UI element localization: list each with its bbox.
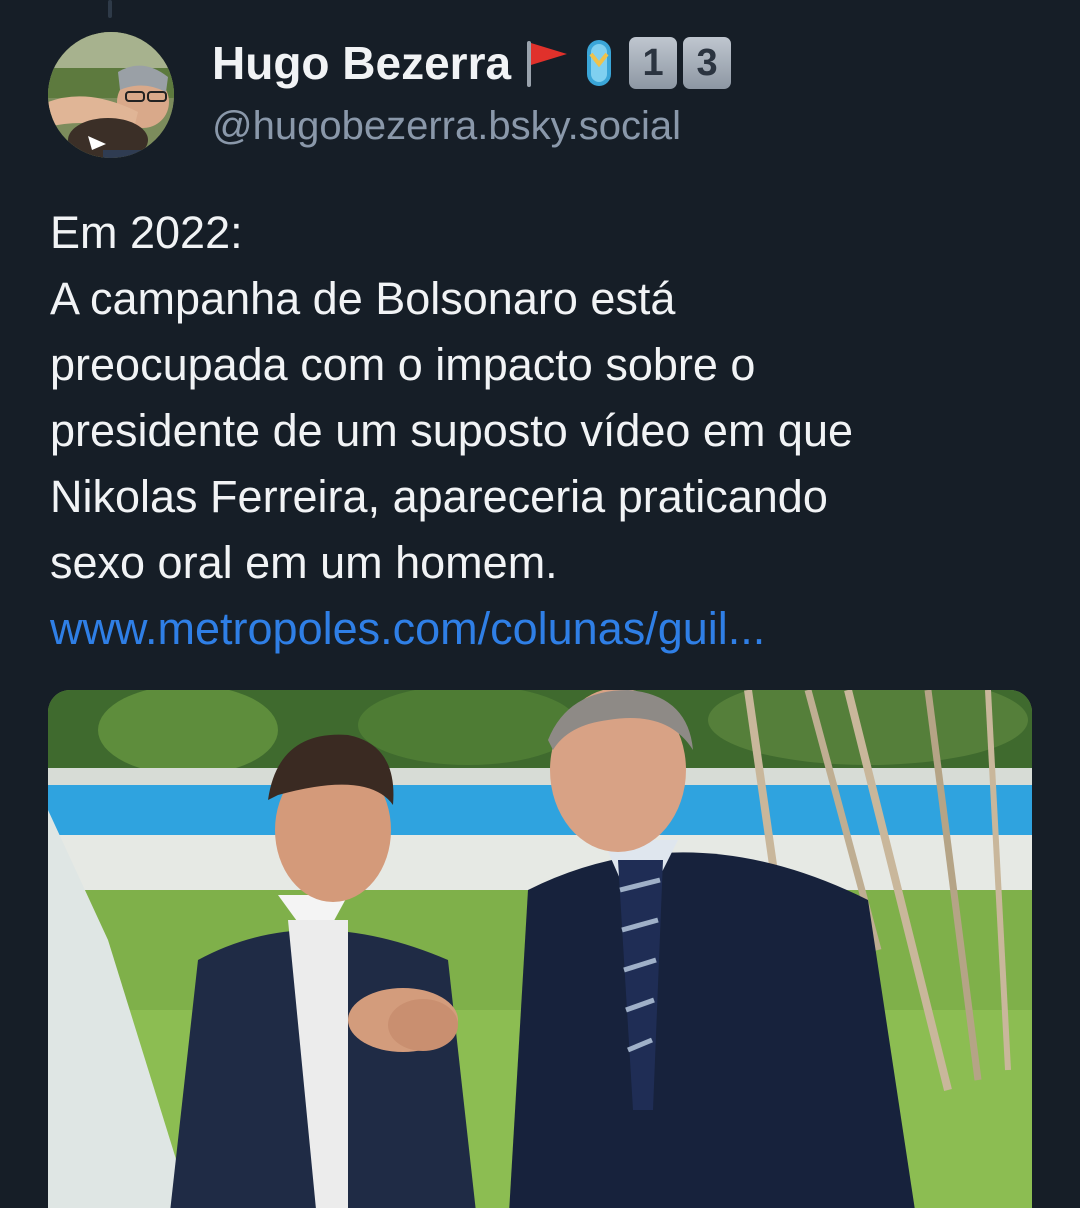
post-image[interactable] (48, 690, 1032, 1208)
triangular-flag-icon (523, 37, 569, 89)
post-line: sexo oral em um homem. (50, 537, 558, 588)
avatar[interactable] (48, 32, 174, 158)
author-handle[interactable]: @hugobezerra.bsky.social (212, 104, 681, 149)
post-line: Em 2022: (50, 207, 243, 258)
post-view: Hugo Bezerra 1 3 @hugobezerra.bsky.socia… (0, 0, 1080, 1208)
keycap-emoji-group: 1 3 (629, 37, 732, 89)
post-line: presidente de um suposto vídeo em que (50, 405, 854, 456)
author-display-name[interactable]: Hugo Bezerra 1 3 (212, 36, 732, 90)
keycap-three-icon: 3 (683, 37, 732, 89)
post-line: preocupada com o impacto sobre o (50, 339, 756, 390)
post-body: Em 2022: A campanha de Bolsonaro está pr… (50, 200, 1050, 662)
thong-sandal-icon (581, 36, 617, 90)
post-line: A campanha de Bolsonaro está (50, 273, 676, 324)
keycap-one-icon: 1 (629, 37, 678, 89)
post-line: Nikolas Ferreira, apareceria praticando (50, 471, 828, 522)
thread-connector-line (108, 0, 112, 18)
display-name-text: Hugo Bezerra (212, 37, 512, 89)
post-link[interactable]: www.metropoles.com/colunas/guil... (50, 596, 1050, 662)
